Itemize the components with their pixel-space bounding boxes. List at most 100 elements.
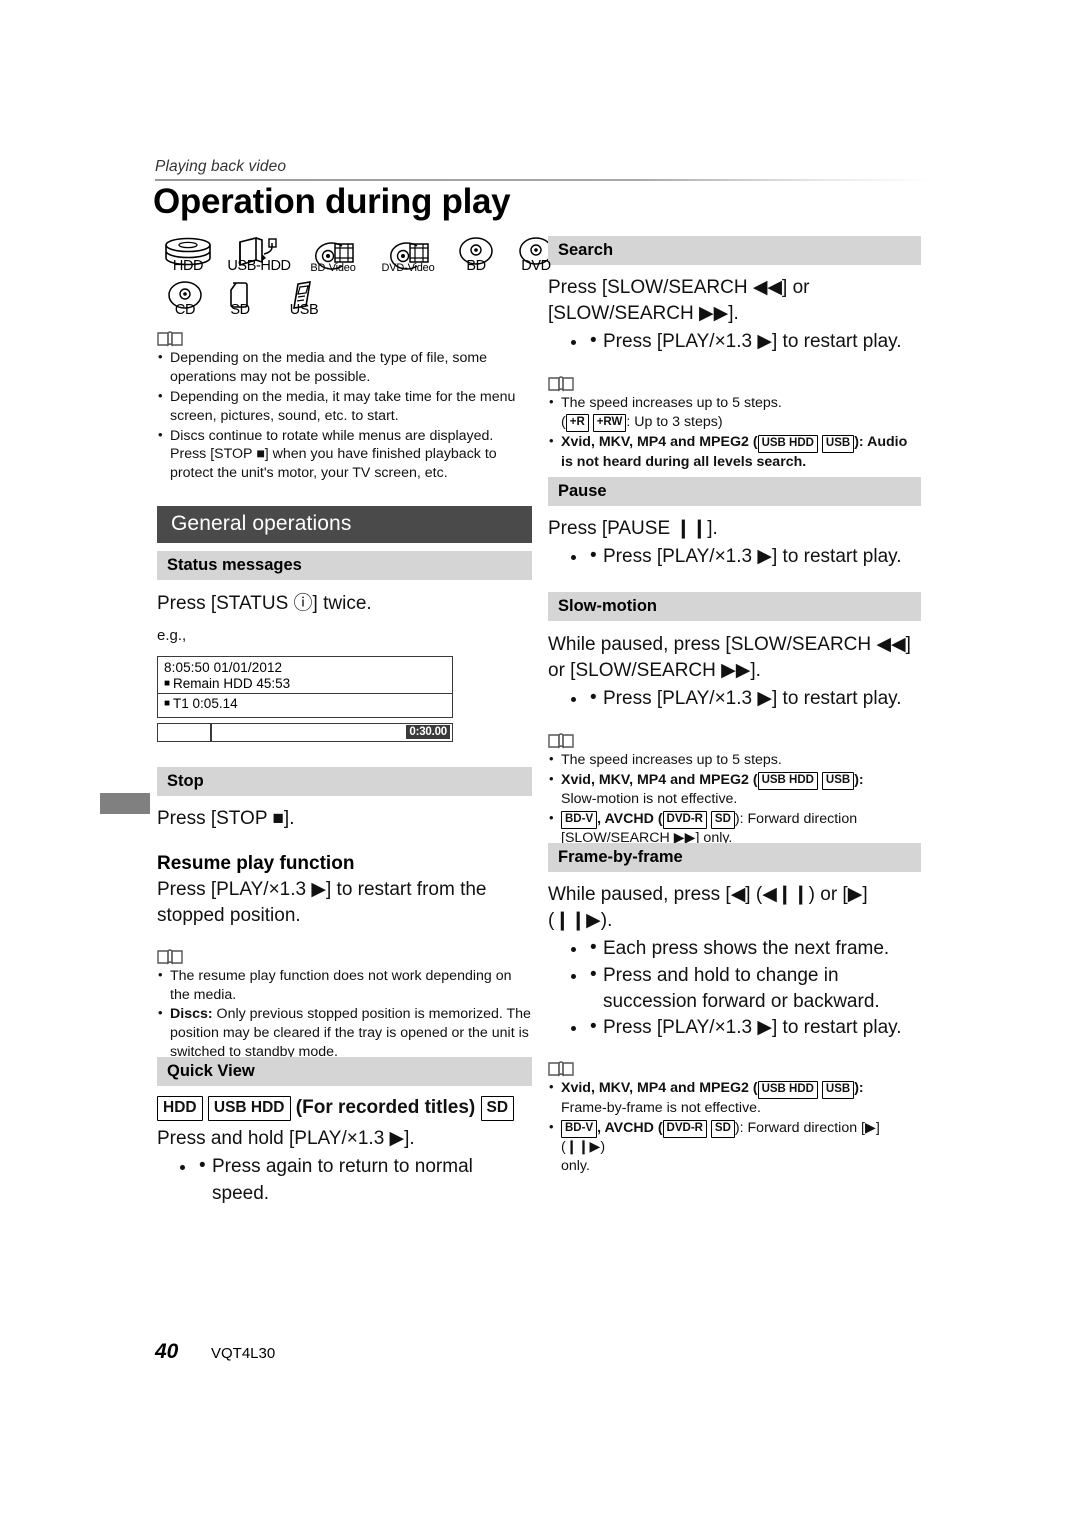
subsection-quick-view: Quick View HDD USB HDD (For recorded tit… (157, 1057, 532, 1226)
subsection-pause: Pause Press [PAUSE ❙❙]. Press [PLAY/×1.3… (548, 477, 921, 589)
resume-play-heading: Resume play function (157, 853, 355, 875)
bullet-item: Press [PLAY/×1.3 ▶] to restart play. (588, 543, 921, 570)
media-icon-label: CD (174, 302, 196, 318)
subsection-heading: Search (548, 236, 921, 265)
media-icon-row-1: HDD USB-HDD BD-Video DVD-Video BD DVD (160, 236, 553, 274)
media-icon-bd: BD (452, 236, 500, 274)
media-icon-cd: CD (160, 280, 210, 318)
media-badge-usb-hdd: USB HDD (207, 1096, 291, 1121)
bullet-item: Each press shows the next frame. (588, 935, 921, 962)
resume-play-instruction: Press [PLAY/×1.3 ▶] to restart from the … (157, 879, 487, 927)
media-badge-usb: USB (821, 1080, 855, 1099)
media-badge-usb: USB (821, 772, 855, 791)
subsection-heading: Status messages (157, 551, 532, 580)
subsection-status-messages: Status messages Press [STATUS ⓘ] twice. … (157, 551, 532, 742)
bullet-item: Press and hold to change in succession f… (588, 962, 921, 1015)
bullet-item: Press [PLAY/×1.3 ▶] to restart play. (588, 685, 921, 712)
frame-by-frame-instruction: While paused, press [◀] (◀❙❙) or [▶] (❙❙… (548, 884, 868, 932)
media-icon-usb-hdd: USB-HDD (226, 236, 292, 274)
media-icon-label: DVD-Video (381, 262, 435, 274)
media-badge-dvd-r: DVD-R (662, 811, 707, 830)
stop-notes: The resume play function does not work d… (157, 948, 532, 1062)
status-display-example: 8:05:50 01/01/2012 ■ Remain HDD 45:53 ■ T1… (157, 655, 453, 718)
media-badge-sd: SD (480, 1096, 515, 1121)
note-item: Xvid, MKV, MP4 and MPEG2 (USB HDD USB): … (548, 432, 921, 471)
subsection-heading: Stop (157, 767, 532, 796)
media-badge-hdd: HDD (157, 1096, 203, 1121)
note-item: BD-V, AVCHD (DVD-R SD): Forward directio… (548, 1118, 921, 1176)
bullet-item: Press again to return to normal speed. (197, 1153, 532, 1206)
progress-tick (210, 723, 212, 741)
media-badge-usb: USB (821, 434, 855, 453)
header-rule (155, 179, 930, 181)
note-item: The speed increases up to 5 steps. (548, 750, 921, 770)
manual-page: Playing back video Operation during play… (0, 0, 1080, 1526)
quick-view-instruction: Press and hold [PLAY/×1.3 ▶]. (157, 1128, 415, 1150)
note-item: Depending on the media and the type of f… (157, 348, 532, 387)
subsection-stop: Stop Press [STOP ■]. Resume play functio… (157, 767, 532, 1063)
search-notes: The speed increases up to 5 steps. (+R +… (548, 375, 921, 472)
media-icon-label: USB (289, 302, 319, 318)
quick-view-bullets: Press again to return to normal speed. (157, 1153, 532, 1206)
note-item: Xvid, MKV, MP4 and MPEG2 (USB HDD USB): … (548, 1078, 921, 1117)
note-item: Xvid, MKV, MP4 and MPEG2 (USB HDD USB): … (548, 770, 921, 809)
note-book-icon (157, 330, 532, 347)
media-icon-label: BD-Video (310, 262, 356, 274)
intro-notes: Depending on the media and the type of f… (157, 330, 532, 484)
frame-by-frame-bullets: Each press shows the next frame. Press a… (548, 935, 921, 1041)
media-badge-sd: SD (710, 811, 735, 830)
note-item: Discs continue to rotate while menus are… (157, 426, 532, 484)
media-badge-bd-v: BD-V (561, 1120, 598, 1139)
media-badge-usb-hdd: USB HDD (757, 434, 818, 453)
status-time-indicator: 0:30.00 (406, 725, 450, 739)
media-badge-plus-r: +R (565, 414, 589, 433)
status-progress-bar: 0:30.00 (157, 722, 453, 742)
page-title: Operation during play (153, 182, 511, 221)
media-icon-bd-video: BD-Video (302, 240, 364, 274)
note-item: Discs: Only previous stopped position is… (157, 1004, 532, 1062)
page-footer: 40 VQT4L30 (155, 1340, 275, 1364)
subsection-heading: Frame-by-frame (548, 843, 921, 872)
note-item: Depending on the media, it may take time… (157, 387, 532, 426)
running-header-text: Playing back video (155, 158, 287, 175)
media-icon-sd: SD (220, 280, 260, 318)
subsection-heading: Pause (548, 477, 921, 506)
slow-motion-instruction: While paused, press [SLOW/SEARCH ◀◀] or … (548, 634, 911, 682)
note-book-icon (548, 732, 921, 749)
subsection-slow-motion: Slow-motion While paused, press [SLOW/SE… (548, 592, 921, 849)
page-number: 40 (155, 1340, 179, 1363)
document-code: VQT4L30 (211, 1345, 276, 1362)
stop-instruction: Press [STOP ■]. (157, 808, 295, 829)
note-item: The resume play function does not work d… (157, 966, 532, 1005)
quick-view-qualifier: (For recorded titles) (295, 1097, 476, 1118)
media-icon-dvd-video: DVD-Video (374, 240, 442, 274)
note-book-icon (548, 375, 921, 392)
quick-view-badges-line: HDD USB HDD (For recorded titles) SD (157, 1095, 532, 1121)
media-icon-label: SD (230, 302, 250, 318)
media-badge-sd: SD (710, 1120, 735, 1139)
section-heading: General operations (157, 506, 532, 543)
media-badge-bd-v: BD-V (561, 811, 598, 830)
status-display-remain: ■ Remain HDD 45:53 (158, 675, 452, 694)
search-instruction: Press [SLOW/SEARCH ◀◀] or [SLOW/SEARCH ▶… (548, 277, 810, 325)
subsection-heading: Slow-motion (548, 592, 921, 621)
media-badge-dvd-r: DVD-R (662, 1120, 707, 1139)
media-icon-usb: USB (276, 280, 332, 318)
note-book-icon (157, 948, 532, 965)
media-icon-label: BD (466, 258, 486, 274)
media-badge-plus-rw: +RW (592, 414, 627, 433)
pause-instruction: Press [PAUSE ❙❙]. (548, 518, 718, 539)
bullet-item: Press [PLAY/×1.3 ▶] to restart play. (588, 328, 921, 355)
media-icon-label: HDD (172, 258, 204, 274)
media-icon-hdd: HDD (160, 236, 216, 274)
pause-bullets: Press [PLAY/×1.3 ▶] to restart play. (548, 543, 921, 570)
subsection-frame-by-frame: Frame-by-frame While paused, press [◀] (… (548, 843, 921, 1177)
frame-by-frame-notes: Xvid, MKV, MP4 and MPEG2 (USB HDD USB): … (548, 1060, 921, 1176)
media-icon-label: DVD (521, 258, 551, 274)
subsection-search: Search Press [SLOW/SEARCH ◀◀] or [SLOW/S… (548, 236, 921, 472)
status-messages-instruction: Press [STATUS ⓘ] twice. (157, 593, 372, 614)
media-badge-usb-hdd: USB HDD (757, 1080, 818, 1099)
media-icon-band: HDD USB-HDD BD-Video DVD-Video BD DVD CD… (160, 236, 553, 318)
page-edge-tab-marker (100, 793, 150, 814)
example-label: e.g., (157, 627, 187, 645)
